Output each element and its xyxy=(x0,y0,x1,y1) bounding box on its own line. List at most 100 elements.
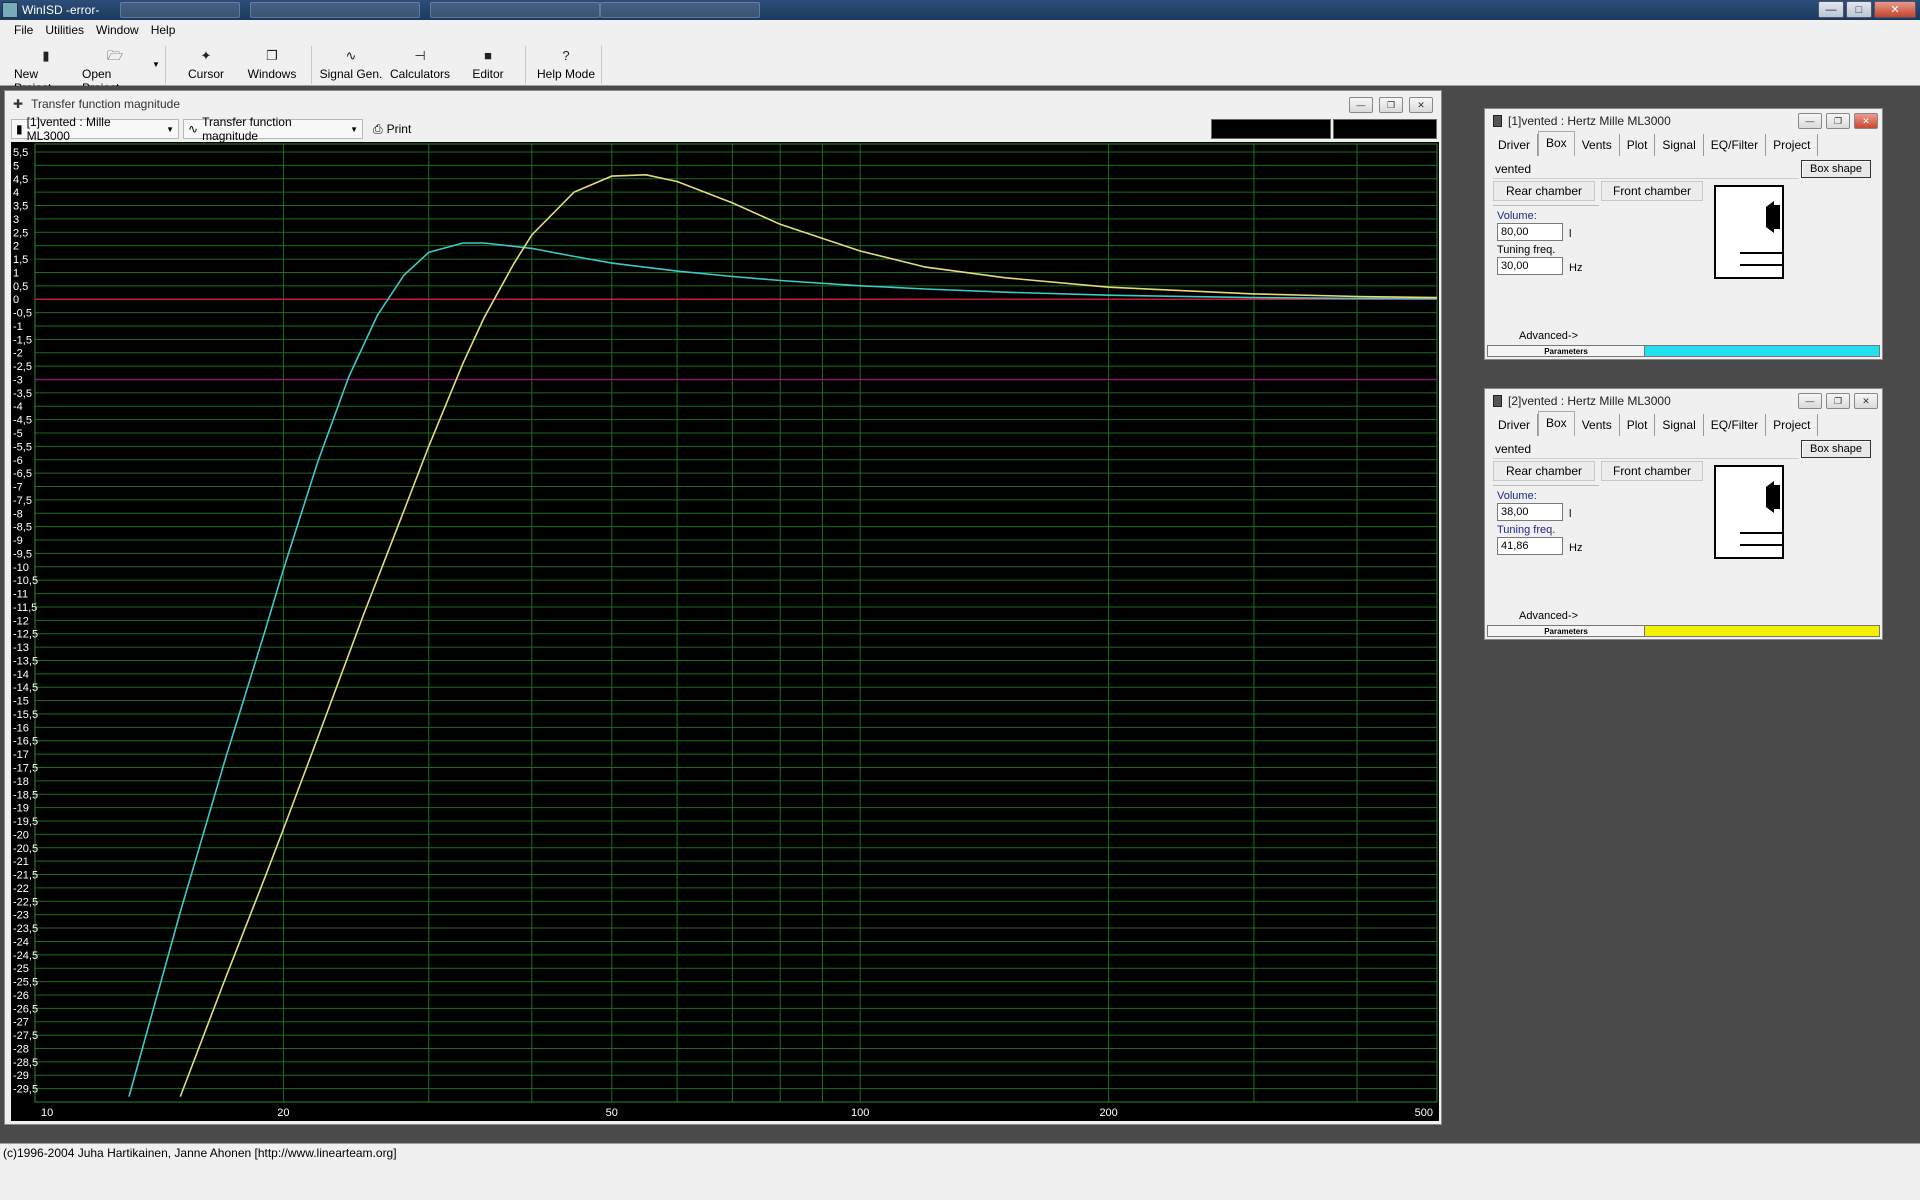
print-button[interactable]: ⎙ Print xyxy=(369,119,425,139)
tab-driver[interactable]: Driver xyxy=(1491,134,1538,156)
signal-gen-button[interactable]: ∿ Signal Gen. xyxy=(318,46,384,84)
tab-box[interactable]: Box xyxy=(1538,131,1575,156)
props-close-button[interactable]: ✕ xyxy=(1854,113,1878,129)
x-tick-label: 500 xyxy=(1415,1107,1433,1119)
cursor-button[interactable]: ✦ Cursor xyxy=(176,46,236,84)
menu-window[interactable]: Window xyxy=(96,23,139,37)
vented-box-icon xyxy=(1740,201,1782,266)
volume-input[interactable] xyxy=(1497,223,1563,241)
y-tick-label: 0 xyxy=(13,294,19,306)
rear-chamber-tab[interactable]: Rear chamber xyxy=(1493,461,1595,481)
tab-driver[interactable]: Driver xyxy=(1491,414,1538,436)
y-tick-label: -28 xyxy=(13,1043,29,1055)
windows-button[interactable]: ❐ Windows xyxy=(242,46,302,84)
advanced-link[interactable]: Advanced-> xyxy=(1519,330,1578,342)
open-project-dropdown-icon[interactable]: ▼ xyxy=(152,60,160,69)
y-tick-label: -12 xyxy=(13,615,29,627)
graph-type-select[interactable]: ∿ Transfer function magnitude ▼ xyxy=(183,115,363,143)
y-tick-label: 5,5 xyxy=(13,147,28,159)
volume-input[interactable] xyxy=(1497,503,1563,521)
volume-unit: l xyxy=(1569,508,1572,520)
front-chamber-tab[interactable]: Front chamber xyxy=(1601,461,1703,481)
graph-window: ✚ Transfer function magnitude — ❐ ✕ ▮ [1… xyxy=(4,90,1442,1125)
y-tick-label: -21 xyxy=(13,856,29,868)
tuning-unit: Hz xyxy=(1569,262,1583,274)
series-color-swatch xyxy=(1645,626,1879,636)
box-type-field[interactable]: vented xyxy=(1493,161,1799,179)
y-tick-label: -9 xyxy=(13,535,23,547)
tab-signal[interactable]: Signal xyxy=(1655,134,1704,156)
new-project-button[interactable]: ▮ New Project xyxy=(14,46,78,95)
props-minimize-button[interactable]: — xyxy=(1798,393,1822,409)
toolbar-group-view: ✦ Cursor ❐ Windows xyxy=(170,46,312,84)
help-mode-button[interactable]: ? Help Mode xyxy=(534,46,598,84)
props-restore-button[interactable]: ❐ xyxy=(1826,113,1850,129)
front-chamber-tab[interactable]: Front chamber xyxy=(1601,181,1703,201)
y-tick-label: -25 xyxy=(13,963,29,975)
y-tick-label: -29,5 xyxy=(13,1084,38,1096)
plot-area[interactable]: 5,5 5 4,5 4 3,5 3 2,5 2 1,5 1 0,5 0 -0,5 -1 -1,5 -2 -2,5… xyxy=(11,142,1439,1121)
tab-plot[interactable]: Plot xyxy=(1620,134,1656,156)
volume-unit: l xyxy=(1569,228,1572,240)
tuning-input[interactable] xyxy=(1497,537,1563,555)
bottom-area xyxy=(0,1162,1920,1200)
tab-box[interactable]: Box xyxy=(1538,411,1575,436)
box-diagram xyxy=(1714,465,1784,559)
props-minimize-button[interactable]: — xyxy=(1798,113,1822,129)
calculator-icon: ⊣ xyxy=(414,48,426,63)
y-tick-label: -8,5 xyxy=(13,522,32,534)
chamber-panel: Volume: l Tuning freq. Hz Advanced-> xyxy=(1493,205,1599,342)
y-tick-label: -4 xyxy=(13,401,23,413)
graph-restore-button[interactable]: ❐ xyxy=(1379,97,1403,113)
y-tick-label: -23 xyxy=(13,910,29,922)
y-tick-label: -2 xyxy=(13,348,23,360)
calculators-button[interactable]: ⊣ Calculators xyxy=(388,46,452,84)
box-shape-button[interactable]: Box shape xyxy=(1801,160,1871,178)
transfer-function-chart[interactable]: 5,55 4,54 3,532,5 21,51 0,50 -0,5-1-1,5 -2-2,5… xyxy=(11,142,1439,1121)
menu-bar: File Utilities Window Help xyxy=(0,20,1920,40)
y-tick-label: -25,5 xyxy=(13,977,38,989)
tab-project[interactable]: Project xyxy=(1766,134,1819,156)
graph-close-button[interactable]: ✕ xyxy=(1409,97,1433,113)
editor-button[interactable]: ■ Editor xyxy=(460,46,516,84)
menu-utilities[interactable]: Utilities xyxy=(45,23,84,37)
y-tick-label: -0,5 xyxy=(13,308,32,320)
tab-plot[interactable]: Plot xyxy=(1620,414,1656,436)
y-tick-label: -22 xyxy=(13,883,29,895)
minimize-button[interactable]: — xyxy=(1818,1,1844,18)
menu-help[interactable]: Help xyxy=(151,23,176,37)
rear-chamber-tab[interactable]: Rear chamber xyxy=(1493,181,1595,201)
advanced-link[interactable]: Advanced-> xyxy=(1519,610,1578,622)
y-tick-label: 1,5 xyxy=(13,254,28,266)
y-tick-label: -20 xyxy=(13,829,29,841)
box-type-field[interactable]: vented xyxy=(1493,441,1799,459)
graph-minimize-button[interactable]: — xyxy=(1349,97,1373,113)
tab-eq-filter[interactable]: EQ/Filter xyxy=(1704,414,1767,436)
props-restore-button[interactable]: ❐ xyxy=(1826,393,1850,409)
tuning-input[interactable] xyxy=(1497,257,1563,275)
tab-eq-filter[interactable]: EQ/Filter xyxy=(1704,134,1767,156)
props-close-button[interactable]: ✕ xyxy=(1854,393,1878,409)
y-tick-label: -15,5 xyxy=(13,709,38,721)
menu-file[interactable]: File xyxy=(14,23,33,37)
project-select[interactable]: ▮ [1]vented : Mille ML3000 ▼ xyxy=(11,115,179,143)
chevron-down-icon: ▼ xyxy=(166,124,174,134)
maximize-button[interactable]: □ xyxy=(1846,1,1872,18)
y-tick-label: -13 xyxy=(13,642,29,654)
y-tick-label: -8 xyxy=(13,508,23,520)
y-tick-label: -1 xyxy=(13,321,23,333)
series-color-swatch xyxy=(1645,346,1879,356)
toolbar-group-tools: ∿ Signal Gen. ⊣ Calculators ■ Editor xyxy=(316,46,526,84)
tab-vents[interactable]: Vents xyxy=(1575,134,1620,156)
tab-project[interactable]: Project xyxy=(1766,414,1819,436)
folder-icon: 🗁 xyxy=(106,48,124,63)
cursor-readout-1 xyxy=(1211,119,1331,139)
close-button[interactable]: ✕ xyxy=(1874,1,1916,18)
tab-signal[interactable]: Signal xyxy=(1655,414,1704,436)
x-tick-label: 20 xyxy=(277,1107,289,1119)
box-shape-button[interactable]: Box shape xyxy=(1801,440,1871,458)
chamber-panel: Volume: l Tuning freq. Hz Advanced-> xyxy=(1493,485,1599,622)
background-tab xyxy=(430,2,600,18)
tab-vents[interactable]: Vents xyxy=(1575,414,1620,436)
open-project-button[interactable]: 🗁 Open Project xyxy=(82,46,148,95)
